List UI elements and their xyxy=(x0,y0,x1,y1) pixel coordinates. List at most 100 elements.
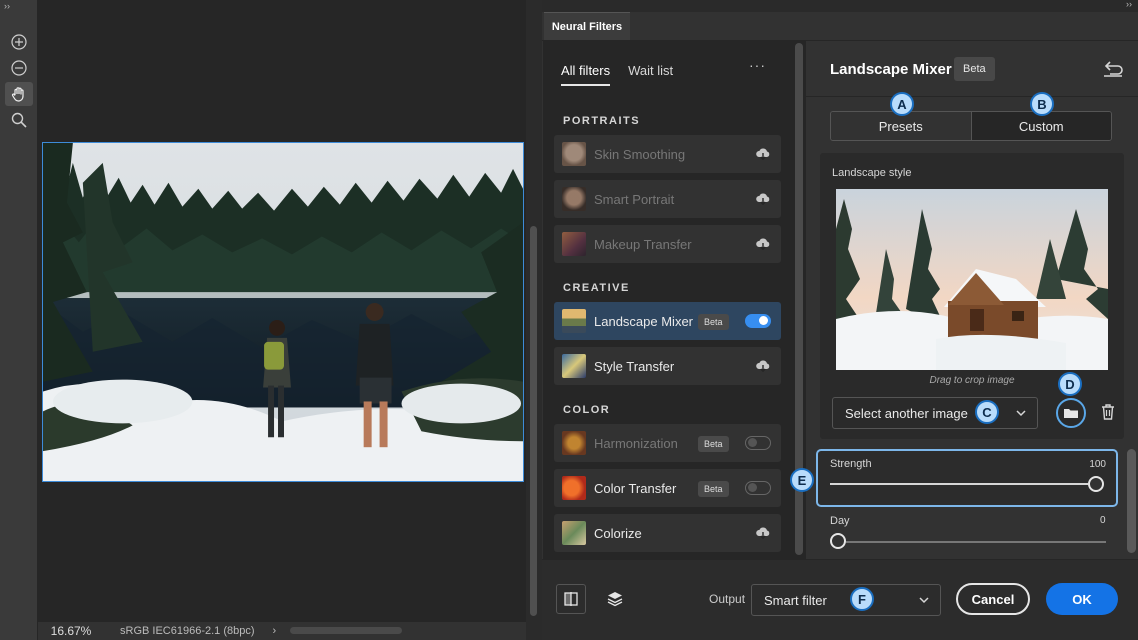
callout-f: F xyxy=(850,587,874,611)
color-transfer-toggle[interactable] xyxy=(745,481,771,495)
landscape-mixer-thumbnail xyxy=(562,309,586,333)
cancel-button[interactable]: Cancel xyxy=(956,583,1030,615)
day-value[interactable]: 0 xyxy=(1100,515,1106,526)
magnifier-icon[interactable] xyxy=(5,108,33,132)
beta-badge: Beta xyxy=(698,314,729,330)
strength-value[interactable]: 100 xyxy=(1089,459,1106,470)
toggle-knob xyxy=(748,438,757,447)
color-profile: sRGB IEC61966-2.1 (8bpc) xyxy=(120,625,255,637)
color-transfer-thumbnail xyxy=(562,476,586,500)
zoom-out-icon[interactable] xyxy=(5,56,33,80)
landscape-mixer-toggle[interactable] xyxy=(745,314,771,328)
filter-skin-smoothing[interactable]: Skin Smoothing xyxy=(554,135,781,173)
output-value: Smart filter xyxy=(764,592,827,608)
split-view-icon xyxy=(564,592,578,606)
zoom-level[interactable]: 16.67% xyxy=(38,624,104,638)
filter-label: Style Transfer xyxy=(594,358,675,374)
cloud-download-icon[interactable] xyxy=(755,358,771,374)
cloud-download-icon[interactable] xyxy=(755,525,771,541)
strength-slider-handle[interactable] xyxy=(1088,476,1104,492)
horizontal-scrollbar[interactable] xyxy=(290,627,402,634)
layers-icon xyxy=(607,592,623,607)
callout-d: D xyxy=(1058,372,1082,396)
filter-color-transfer[interactable]: Color Transfer Beta xyxy=(554,469,781,507)
tool-strip: ›› xyxy=(0,0,38,640)
cloud-download-icon[interactable] xyxy=(755,191,771,207)
tab-neural-filters[interactable]: Neural Filters xyxy=(544,12,630,40)
landscape-style-box: Landscape style Drag to crop image Selec… xyxy=(820,153,1124,439)
filter-landscape-mixer[interactable]: Landscape Mixer Beta xyxy=(554,302,781,340)
expand-arrows-icon[interactable]: ›› xyxy=(4,1,10,11)
filter-smart-portrait[interactable]: Smart Portrait xyxy=(554,180,781,218)
tab-custom[interactable]: Custom xyxy=(971,112,1111,140)
beta-badge: Beta xyxy=(954,57,995,81)
filter-harmonization[interactable]: Harmonization Beta xyxy=(554,424,781,462)
status-menu-arrow[interactable]: › xyxy=(273,625,277,637)
collapse-arrows-icon[interactable]: ›› xyxy=(1126,0,1132,9)
landscape-style-label: Landscape style xyxy=(832,167,912,179)
callout-c: C xyxy=(975,400,999,424)
filter-label: Skin Smoothing xyxy=(594,146,686,162)
filter-label: Harmonization xyxy=(594,435,678,451)
settings-header: Landscape Mixer Beta xyxy=(806,41,1138,97)
hand-icon[interactable] xyxy=(5,82,33,106)
section-creative: CREATIVE xyxy=(563,282,630,294)
cloud-download-icon[interactable] xyxy=(755,146,771,162)
style-reference-image[interactable] xyxy=(836,189,1108,370)
list-tabs: All filters Wait list xyxy=(561,63,673,86)
output-dropdown[interactable]: Smart filter xyxy=(751,584,941,616)
trash-icon[interactable] xyxy=(1100,403,1116,421)
open-folder-button[interactable] xyxy=(1056,398,1086,428)
colorize-thumbnail xyxy=(562,521,586,545)
harmonization-toggle[interactable] xyxy=(745,436,771,450)
tab-all-filters[interactable]: All filters xyxy=(561,63,611,86)
status-bar: 16.67% sRGB IEC61966-2.1 (8bpc) › xyxy=(38,622,526,640)
callout-e: E xyxy=(790,468,814,492)
tab-wait-list[interactable]: Wait list xyxy=(628,63,673,86)
filter-label: Landscape Mixer xyxy=(594,313,693,329)
harmonization-thumbnail xyxy=(562,431,586,455)
document-image[interactable] xyxy=(42,142,524,482)
toggle-knob xyxy=(748,483,757,492)
beta-badge: Beta xyxy=(698,436,729,452)
filter-colorize[interactable]: Colorize xyxy=(554,514,781,552)
panel-top-bar: ›› xyxy=(542,0,1138,12)
section-color: COLOR xyxy=(563,404,611,416)
show-original-button[interactable] xyxy=(556,584,586,614)
select-image-dropdown[interactable]: Select another image xyxy=(832,397,1038,429)
filter-label: Smart Portrait xyxy=(594,191,675,207)
zoom-in-icon[interactable] xyxy=(5,30,33,54)
smart-portrait-thumbnail xyxy=(562,187,586,211)
filter-makeup-transfer[interactable]: Makeup Transfer xyxy=(554,225,781,263)
filter-label: Colorize xyxy=(594,525,642,541)
canvas-vertical-scrollbar[interactable] xyxy=(526,0,542,640)
scrollbar-thumb[interactable] xyxy=(530,226,537,616)
filter-title: Landscape Mixer xyxy=(830,61,952,78)
preset-custom-toggle: Presets Custom xyxy=(830,111,1112,141)
cloud-download-icon[interactable] xyxy=(755,236,771,252)
tab-presets[interactable]: Presets xyxy=(831,112,972,140)
folder-icon xyxy=(1064,409,1078,418)
style-transfer-thumbnail xyxy=(562,354,586,378)
callout-a: A xyxy=(890,92,914,116)
panel-footer: Output Smart filter Cancel OK xyxy=(542,559,1138,640)
skin-smoothing-thumbnail xyxy=(562,142,586,166)
select-image-label: Select another image xyxy=(845,405,968,421)
output-label: Output xyxy=(709,592,746,606)
chevron-down-icon xyxy=(1016,410,1026,417)
filter-style-transfer[interactable]: Style Transfer xyxy=(554,347,781,385)
day-label: Day xyxy=(830,515,850,527)
layer-preview-button[interactable] xyxy=(600,584,630,614)
settings-scrollbar-thumb[interactable] xyxy=(1127,449,1136,553)
beta-badge: Beta xyxy=(698,481,729,497)
strength-track[interactable] xyxy=(830,483,1088,485)
filter-list: All filters Wait list ··· PORTRAITS Skin… xyxy=(543,41,792,559)
day-track[interactable] xyxy=(846,541,1106,543)
reset-icon[interactable] xyxy=(1102,58,1124,78)
chevron-down-icon xyxy=(919,597,929,604)
more-options-icon[interactable]: ··· xyxy=(749,57,766,73)
day-slider-handle[interactable] xyxy=(830,533,846,549)
filter-label: Makeup Transfer xyxy=(594,236,692,252)
callout-b: B xyxy=(1030,92,1054,116)
ok-button[interactable]: OK xyxy=(1046,583,1118,615)
